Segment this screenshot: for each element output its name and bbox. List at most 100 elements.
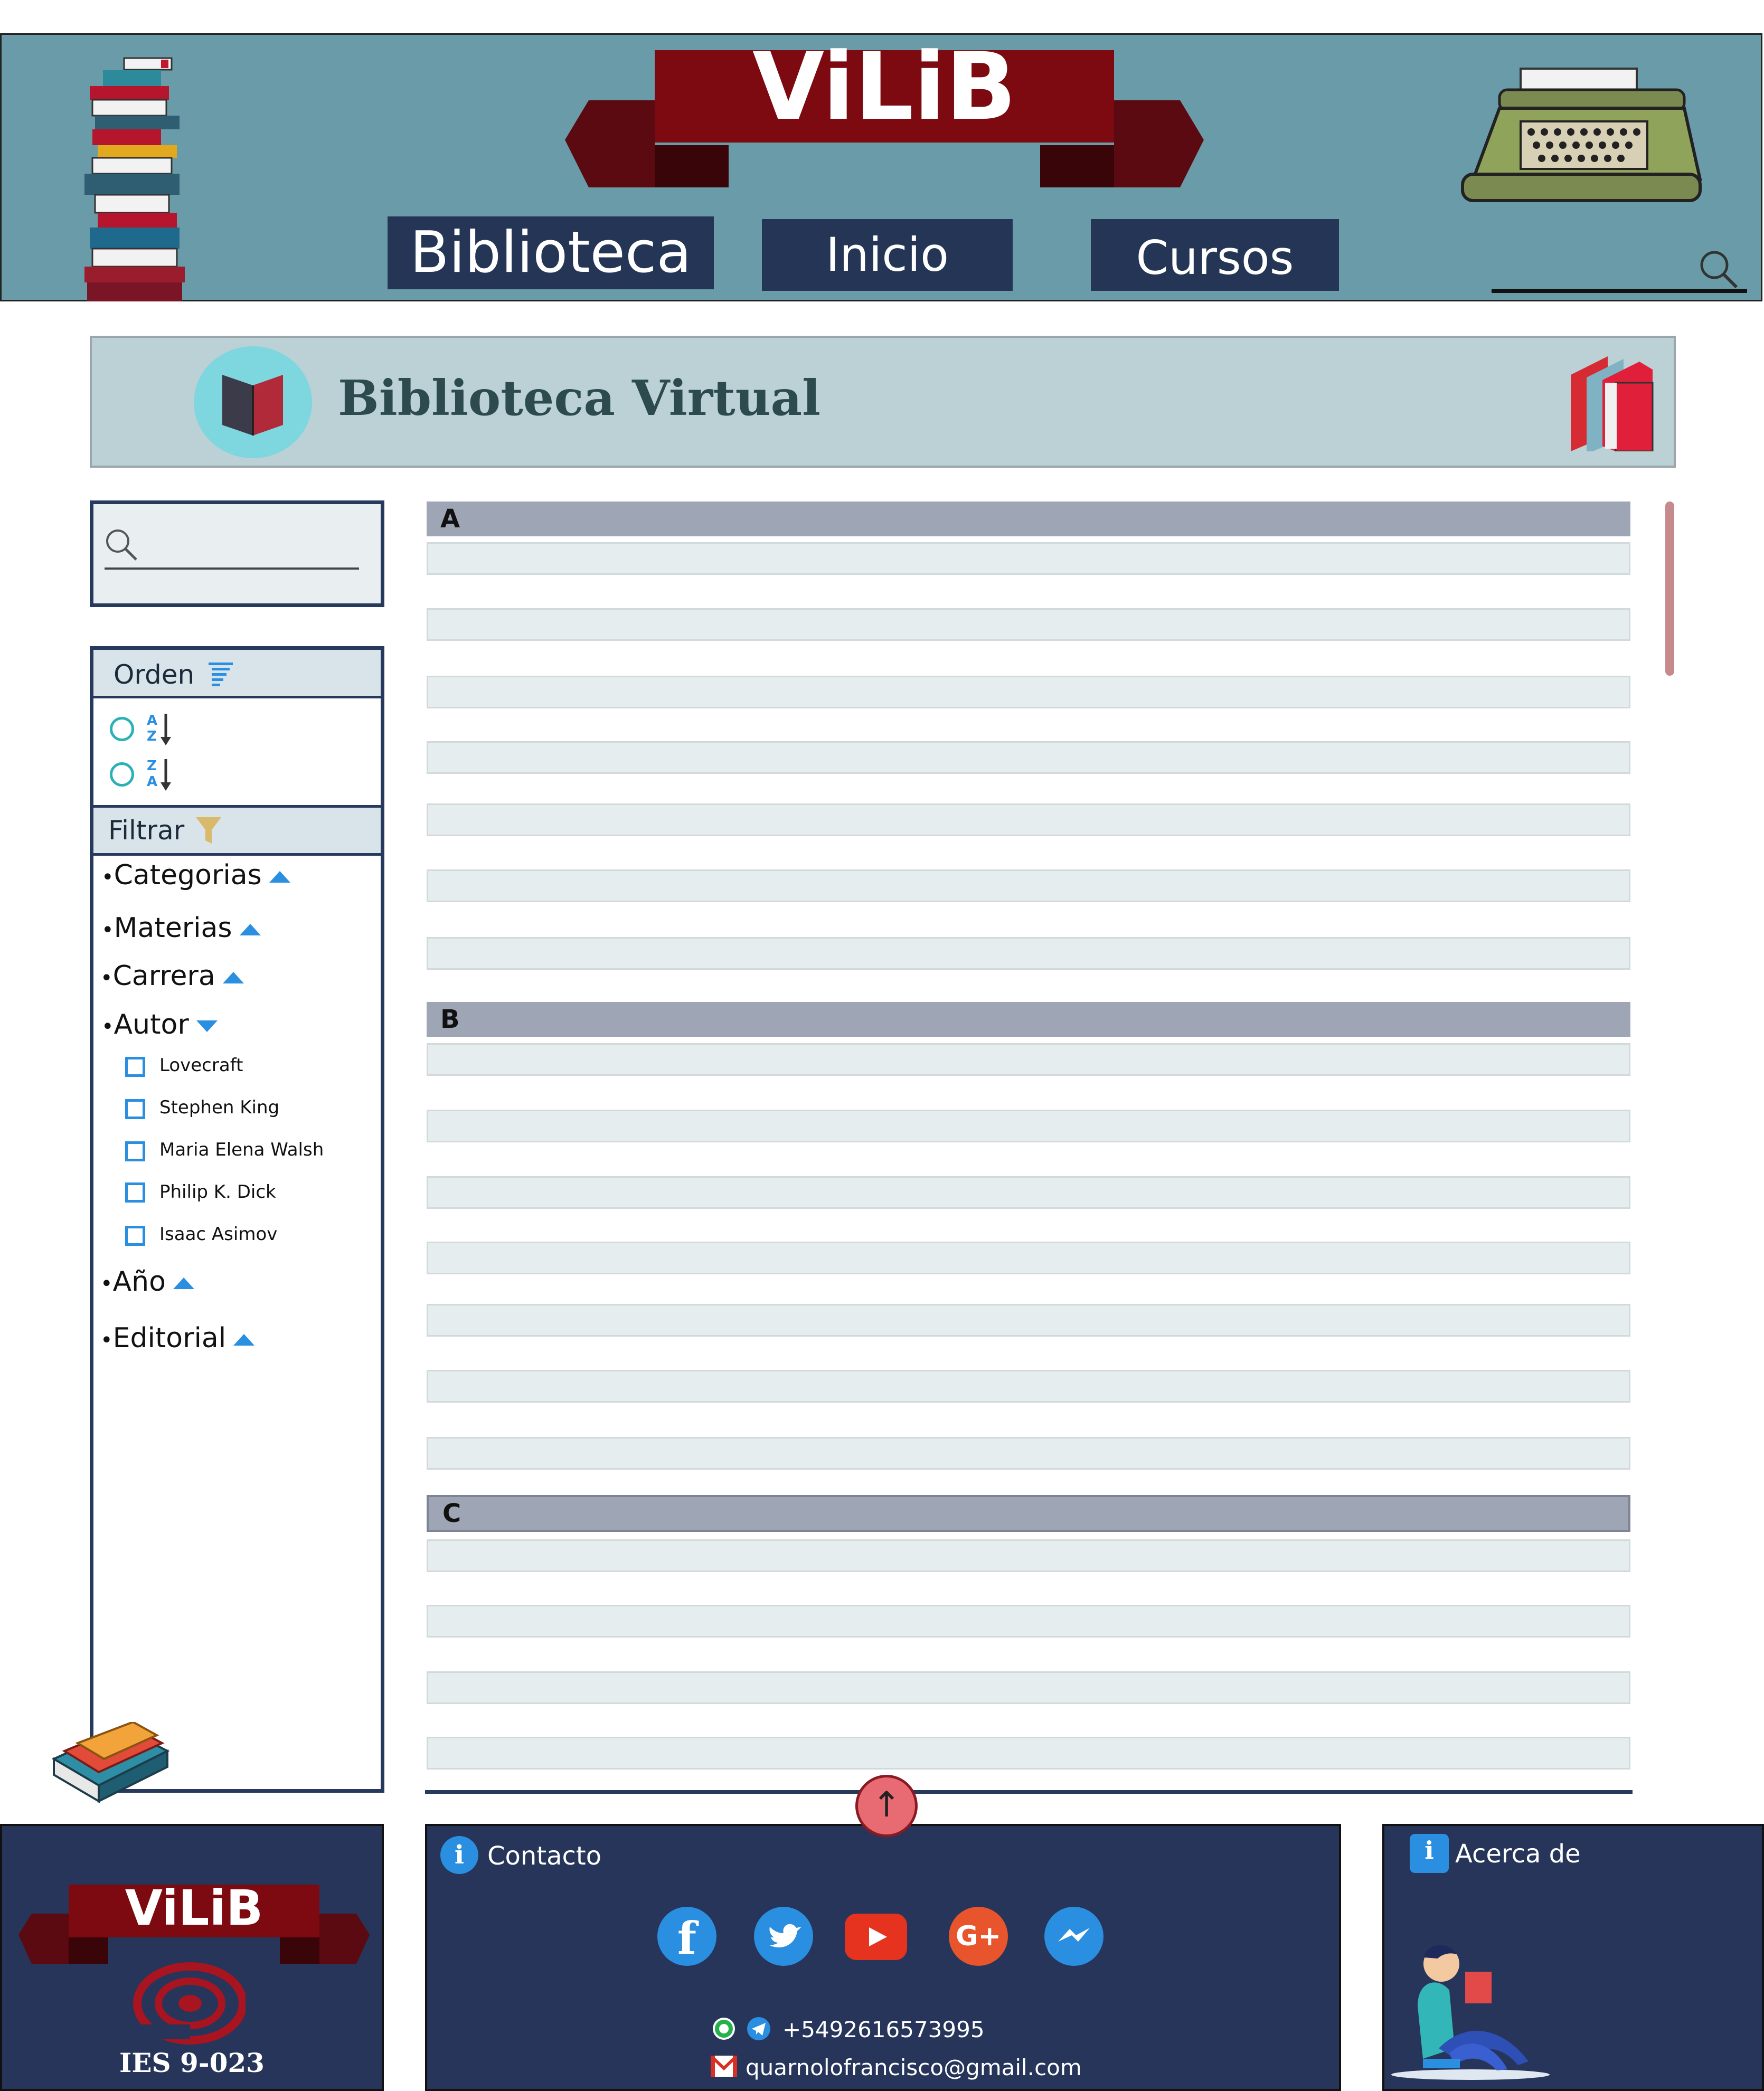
author-checkbox[interactable]	[125, 1182, 145, 1203]
list-item[interactable]	[427, 1043, 1630, 1076]
books-icon	[1571, 356, 1654, 451]
arrow-up-icon: ↑	[872, 1784, 901, 1825]
filter-editorial-label: Editorial	[112, 1322, 227, 1354]
filter-anio-label: Año	[112, 1266, 166, 1298]
list-item[interactable]	[427, 676, 1630, 708]
list-item[interactable]	[427, 1539, 1630, 1572]
contact-phone[interactable]: +5492616573995	[782, 2017, 985, 2042]
contact-title: Contacto	[487, 1841, 602, 1871]
institute-name: IES 9-023	[119, 2047, 265, 2078]
list-scrollbar[interactable]	[1665, 502, 1674, 676]
section-header-b: B	[427, 1002, 1630, 1037]
list-item[interactable]	[427, 608, 1630, 641]
list-item[interactable]	[427, 1176, 1630, 1209]
sort-az-icon: A Z	[147, 713, 178, 746]
filter-label: Filtrar	[108, 815, 185, 846]
search-icon[interactable]	[1697, 248, 1740, 290]
filter-anio[interactable]: •Año	[100, 1266, 194, 1298]
open-book-icon	[194, 346, 312, 458]
header-search-field[interactable]	[1492, 289, 1747, 293]
twitter-icon[interactable]	[754, 1907, 813, 1966]
filter-autor-label: Autor	[114, 1009, 189, 1040]
filter-carrera-label: Carrera	[112, 960, 215, 992]
list-item[interactable]	[427, 1671, 1630, 1704]
order-label: Orden	[114, 659, 195, 690]
youtube-icon[interactable]	[845, 1914, 907, 1960]
sort-za-radio[interactable]	[110, 762, 134, 787]
filter-editorial[interactable]: •Editorial	[100, 1322, 255, 1354]
filter-materias-label: Materias	[114, 912, 232, 944]
scroll-top-button[interactable]: ↑	[855, 1775, 918, 1837]
messenger-icon[interactable]	[1044, 1907, 1103, 1966]
list-item[interactable]	[427, 542, 1630, 575]
list-item[interactable]	[427, 1304, 1630, 1337]
author-checkbox[interactable]	[125, 1226, 145, 1246]
reader-illustration-icon	[1391, 1945, 1550, 2080]
chevron-down-icon	[196, 1020, 218, 1032]
google-plus-icon[interactable]: G+	[949, 1907, 1008, 1966]
about-title[interactable]: Acerca de	[1455, 1839, 1581, 1869]
sort-za-icon: Z A	[147, 758, 178, 792]
chevron-up-icon	[233, 1334, 255, 1346]
chevron-up-icon	[222, 972, 244, 983]
list-bottom-divider	[425, 1790, 1633, 1794]
author-checkbox[interactable]	[125, 1099, 145, 1119]
author-label: Maria Elena Walsh	[159, 1139, 324, 1160]
chevron-up-icon	[173, 1278, 194, 1289]
list-item[interactable]	[427, 937, 1630, 970]
author-label: Isaac Asimov	[159, 1224, 278, 1245]
filter-section-header: Filtrar	[93, 805, 381, 856]
sort-az-top-letter: A	[147, 713, 158, 728]
list-item[interactable]	[427, 1605, 1630, 1638]
sort-lines-icon	[209, 663, 233, 686]
author-checkbox[interactable]	[125, 1141, 145, 1161]
list-item[interactable]	[427, 1437, 1630, 1470]
order-section-header: Orden	[93, 650, 381, 698]
filter-autor[interactable]: •Autor	[101, 1009, 218, 1040]
list-search-underline	[105, 567, 359, 570]
contact-email[interactable]: quarnolofrancisco@gmail.com	[746, 2055, 1082, 2080]
info-icon: i	[440, 1836, 478, 1874]
info-icon: i	[1410, 1834, 1449, 1873]
logo-text: ViLiB	[752, 33, 1017, 141]
filter-carrera[interactable]: •Carrera	[100, 960, 244, 992]
author-label: Stephen King	[159, 1097, 280, 1118]
book-stack-icon	[84, 57, 185, 301]
nav-inicio-button[interactable]: Inicio	[762, 219, 1013, 291]
list-item[interactable]	[427, 1737, 1630, 1770]
footer-logo-text: ViLiB	[125, 1880, 263, 1936]
author-checkbox[interactable]	[125, 1057, 145, 1077]
section-header-a: A	[427, 502, 1630, 536]
chevron-up-icon	[239, 924, 261, 935]
telegram-icon	[747, 2017, 770, 2040]
facebook-icon[interactable]: f	[657, 1907, 716, 1966]
list-item[interactable]	[427, 741, 1630, 774]
chevron-up-icon	[269, 871, 290, 883]
nav-cursos-button[interactable]: Cursos	[1091, 219, 1339, 291]
books-pile-icon	[51, 1722, 170, 1803]
filter-categorias[interactable]: •Categorias	[101, 859, 290, 891]
sort-az-bottom-letter: Z	[147, 728, 157, 744]
search-icon	[106, 529, 137, 561]
page-title: Biblioteca Virtual	[338, 370, 821, 427]
mail-icon	[711, 2056, 737, 2077]
sort-za-top-letter: Z	[147, 758, 157, 774]
filter-materias[interactable]: •Materias	[101, 912, 261, 944]
list-item[interactable]	[427, 1242, 1630, 1274]
page-banner	[90, 336, 1676, 468]
author-label: Lovecraft	[159, 1055, 243, 1076]
nav-biblioteca-button[interactable]: Biblioteca	[388, 216, 714, 289]
section-header-c: C	[427, 1495, 1630, 1532]
list-item[interactable]	[427, 869, 1630, 902]
typewriter-icon	[1461, 68, 1702, 202]
sort-az-radio[interactable]	[110, 717, 134, 741]
list-item[interactable]	[427, 803, 1630, 836]
whatsapp-icon	[713, 2018, 735, 2040]
institute-logo-icon	[132, 1962, 246, 2045]
list-item[interactable]	[427, 1110, 1630, 1142]
filter-categorias-label: Categorias	[114, 859, 262, 891]
list-item[interactable]	[427, 1370, 1630, 1403]
funnel-icon	[196, 817, 221, 844]
sort-za-bottom-letter: A	[147, 774, 158, 790]
author-label: Philip K. Dick	[159, 1181, 276, 1203]
